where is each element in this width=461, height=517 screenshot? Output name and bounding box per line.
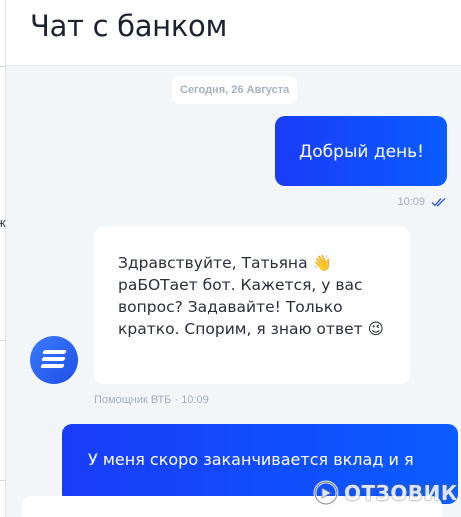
otzovik-watermark: ОТЗОВИК — [312, 476, 458, 510]
message-text: Добрый день! — [299, 142, 424, 162]
otzovik-logo-icon — [313, 480, 339, 506]
vtb-logo-icon — [30, 336, 78, 384]
date-chip: Сегодня, 26 Августа — [172, 76, 298, 104]
panel-edge-glyph: ж — [0, 215, 6, 230]
bot-message-bubble[interactable]: Здравствуйте, Татьяна 👋 раБОТает бот. Ка… — [94, 226, 410, 384]
user-message-bubble[interactable]: Добрый день! — [275, 116, 447, 186]
message-meta: Помощник ВТБ · 10:09 — [94, 394, 209, 406]
message-text: У меня скоро заканчивается вклад и я — [88, 450, 414, 469]
sender-name: Помощник ВТБ — [94, 394, 172, 406]
chat-header: Чат с банком — [6, 0, 461, 66]
message-text: Здравствуйте, Татьяна 👋 раБОТает бот. Ка… — [118, 254, 384, 338]
watermark-text: ОТЗОВИК — [344, 481, 458, 505]
message-time: 10:09 — [397, 196, 425, 208]
message-time: 10:09 — [181, 394, 209, 406]
message-meta: 10:09 — [397, 196, 447, 208]
page-title: Чат с банком — [30, 9, 228, 43]
chat-area[interactable]: Сегодня, 26 Августа Добрый день! 10:09 З… — [6, 67, 461, 517]
double-check-icon — [431, 198, 446, 207]
